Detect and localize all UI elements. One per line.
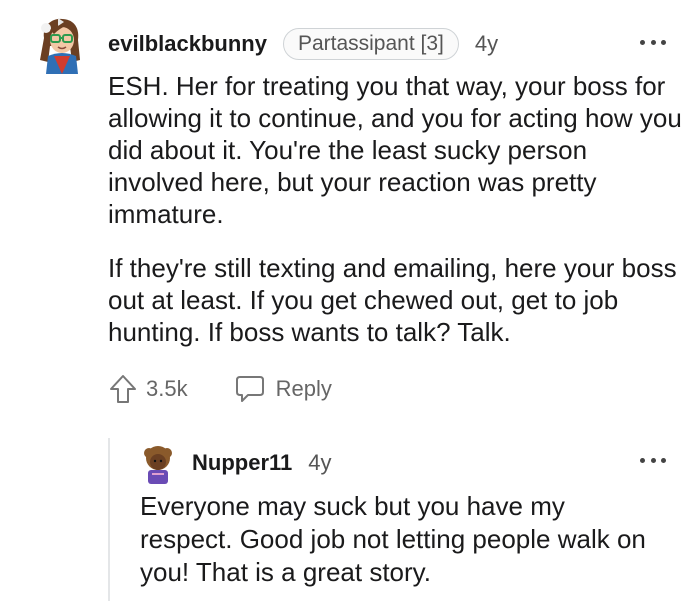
reply-text: Everyone may suck but you have my respec… xyxy=(140,491,646,587)
reply-age: 4y xyxy=(308,450,332,475)
upvote-button[interactable]: 3.5k xyxy=(108,373,188,405)
more-horizontal-icon[interactable] xyxy=(640,456,666,464)
upvote-count: 3.5k xyxy=(146,376,188,401)
user-flair: Partassipant [3] xyxy=(282,28,459,60)
comment-header: evilblackbunny Partassipant [3] 4y xyxy=(108,28,498,60)
upvote-arrow-icon xyxy=(110,375,136,403)
comment-username[interactable]: evilblackbunny xyxy=(108,31,267,57)
comment-paragraph: If they're still texting and emailing, h… xyxy=(108,253,677,347)
reply-username[interactable]: Nupper11 xyxy=(192,450,292,476)
more-dot xyxy=(650,39,656,45)
speech-bubble-icon xyxy=(235,376,264,402)
more-dot xyxy=(661,39,666,45)
reply-label: Reply xyxy=(275,376,332,401)
more-dot xyxy=(661,457,666,463)
more-dot xyxy=(650,457,656,463)
thread-line[interactable] xyxy=(108,438,110,601)
reply-button[interactable]: Reply xyxy=(234,374,332,404)
comment-age: 4y xyxy=(474,31,499,56)
comment-paragraph: ESH. Her for treating you that way, your… xyxy=(108,71,682,229)
reply-user-avatar[interactable] xyxy=(140,444,176,484)
comment-actions: 3.5k Reply xyxy=(108,372,332,406)
user-avatar[interactable] xyxy=(36,16,84,74)
more-dot xyxy=(640,457,645,463)
more-dot xyxy=(640,39,645,45)
reply-header: Nupper11 4y xyxy=(192,448,332,478)
more-horizontal-icon[interactable] xyxy=(640,38,666,46)
